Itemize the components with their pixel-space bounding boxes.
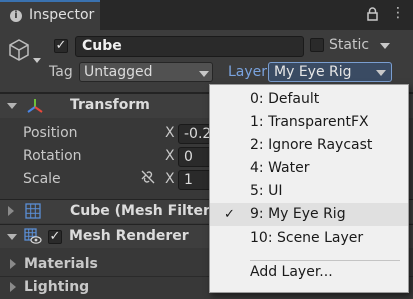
- active-checkbox[interactable]: ✓: [54, 39, 68, 53]
- layer-option-my-eye-rig[interactable]: ✓ 9: My Eye Rig: [210, 203, 408, 226]
- layer-dropdown-menu: 0: Default 1: TransparentFX 2: Ignore Ra…: [209, 84, 409, 293]
- layer-option-scene-layer[interactable]: 10: Scene Layer: [210, 227, 408, 250]
- foldout-collapsed-icon[interactable]: [8, 206, 14, 216]
- inspector-tab-bar: i Inspector ⋮: [0, 0, 413, 30]
- inspector-tab[interactable]: i Inspector: [0, 0, 100, 30]
- inspector-tab-label: Inspector: [29, 7, 95, 23]
- chevron-down-icon: [376, 70, 386, 76]
- scale-label[interactable]: Scale: [23, 171, 61, 187]
- chevron-down-icon: [199, 71, 209, 77]
- checkmark-icon: ✓: [49, 229, 61, 244]
- mesh-filter-title: Cube (Mesh Filter): [70, 203, 217, 219]
- link-icon[interactable]: [140, 170, 156, 184]
- foldout-collapsed-icon[interactable]: [10, 259, 16, 269]
- static-checkbox[interactable]: [310, 38, 324, 52]
- rotation-label[interactable]: Rotation: [23, 148, 82, 164]
- layer-option-water[interactable]: 4: Water: [210, 157, 408, 180]
- checkmark-icon: ✓: [55, 38, 67, 53]
- foldout-collapsed-icon[interactable]: [10, 282, 16, 292]
- grid-icon: [25, 203, 41, 219]
- mesh-renderer-icon: [24, 228, 42, 244]
- rotation-x-label[interactable]: X: [165, 148, 175, 164]
- static-dropdown-icon[interactable]: [380, 43, 390, 49]
- mesh-renderer-title: Mesh Renderer: [69, 228, 189, 244]
- add-layer-option[interactable]: Add Layer...: [210, 261, 408, 284]
- scale-x-label[interactable]: X: [165, 171, 175, 187]
- lock-icon[interactable]: [367, 7, 378, 21]
- position-x-label[interactable]: X: [165, 125, 175, 141]
- checkmark-icon: ✓: [224, 207, 235, 222]
- static-label: Static: [329, 37, 370, 53]
- object-name-field[interactable]: Cube: [75, 36, 304, 57]
- tag-dropdown[interactable]: Untagged: [79, 62, 213, 82]
- foldout-expanded-icon[interactable]: [7, 103, 17, 109]
- lighting-section[interactable]: Lighting: [24, 279, 89, 295]
- transform-axes-icon: [27, 99, 43, 113]
- materials-section[interactable]: Materials: [24, 256, 98, 272]
- position-label[interactable]: Position: [23, 125, 78, 141]
- foldout-expanded-icon[interactable]: [7, 234, 17, 240]
- layer-option-default[interactable]: 0: Default: [210, 88, 408, 111]
- transform-title: Transform: [70, 97, 150, 113]
- mesh-renderer-enabled-checkbox[interactable]: ✓: [48, 230, 62, 244]
- chevron-down-icon[interactable]: [33, 58, 41, 63]
- layer-dropdown[interactable]: My Eye Rig: [268, 62, 392, 82]
- layer-option-transparentfx[interactable]: 1: TransparentFX: [210, 111, 408, 134]
- layer-option-ui[interactable]: 5: UI: [210, 180, 408, 203]
- menu-icon[interactable]: ⋮: [391, 6, 405, 20]
- cube-icon[interactable]: [8, 38, 30, 62]
- info-icon: i: [10, 10, 22, 22]
- tag-label: Tag: [49, 64, 73, 80]
- layer-option-ignore-raycast[interactable]: 2: Ignore Raycast: [210, 134, 408, 157]
- layer-label: Layer: [228, 64, 268, 80]
